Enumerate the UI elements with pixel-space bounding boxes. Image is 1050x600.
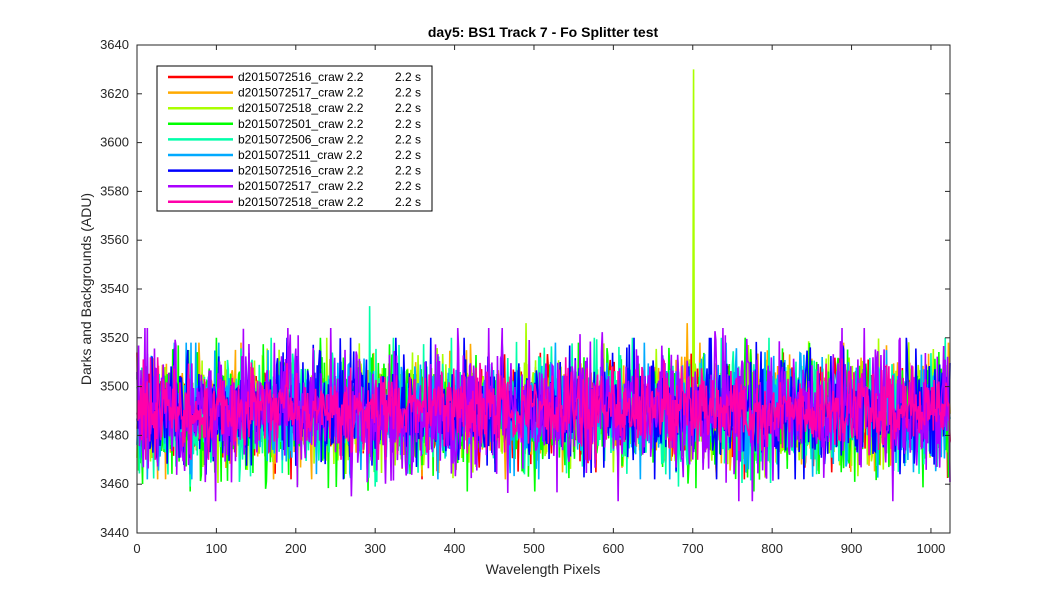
x-tick-label: 300 [364, 541, 386, 556]
legend-exposure-7: 2.2 s [395, 164, 421, 178]
y-tick-label: 3440 [100, 525, 129, 540]
legend-exposure-4: 2.2 s [395, 117, 421, 131]
legend-label-6: b2015072511_craw 2.2 [238, 148, 363, 162]
y-tick-label: 3600 [100, 135, 129, 150]
x-tick-label: 800 [761, 541, 783, 556]
x-tick-label: 600 [603, 541, 625, 556]
legend-exposure-8: 2.2 s [395, 179, 421, 193]
legend-label-3: d2015072518_craw 2.2 [238, 101, 364, 115]
legend-exposure-3: 2.2 s [395, 101, 421, 115]
legend-label-2: d2015072517_craw 2.2 [238, 86, 364, 100]
legend-label-4: b2015072501_craw 2.2 [238, 117, 364, 131]
y-tick-label: 3540 [100, 281, 129, 296]
y-tick-label: 3620 [100, 86, 129, 101]
x-tick-label: 0 [133, 541, 140, 556]
legend-label-5: b2015072506_craw 2.2 [238, 132, 364, 146]
y-tick-label: 3480 [100, 427, 129, 442]
chart-title: day5: BS1 Track 7 - Fo Splitter test [428, 24, 659, 40]
legend-label-1: d2015072516_craw 2.2 [238, 70, 364, 84]
chart-figure: day5: BS1 Track 7 - Fo Splitter test 0 10… [0, 0, 1050, 600]
legend-exposure-5: 2.2 s [395, 132, 421, 146]
x-axis-label: Wavelength Pixels [486, 561, 601, 577]
y-tick-label: 3460 [100, 476, 129, 491]
legend-exposure-6: 2.2 s [395, 148, 421, 162]
x-tick-label: 700 [682, 541, 704, 556]
x-tick-label: 1000 [916, 541, 945, 556]
legend-label-7: b2015072516_craw 2.2 [238, 164, 364, 178]
legend-exposure-1: 2.2 s [395, 70, 421, 84]
x-tick-label: 400 [444, 541, 466, 556]
x-tick-label: 900 [841, 541, 863, 556]
y-axis-label: Darks and Backgrounds (ADU) [78, 193, 94, 385]
legend-label-9: b2015072518_craw 2.2 [238, 195, 364, 209]
x-tick-label: 100 [206, 541, 228, 556]
x-tick-label: 200 [285, 541, 307, 556]
y-tick-label: 3560 [100, 232, 129, 247]
y-tick-label: 3500 [100, 379, 129, 394]
y-tick-label: 3520 [100, 330, 129, 345]
legend-label-8: b2015072517_craw 2.2 [238, 179, 364, 193]
legend-exposure-9: 2.2 s [395, 195, 421, 209]
legend-exposure-2: 2.2 s [395, 86, 421, 100]
y-tick-label: 3580 [100, 183, 129, 198]
x-tick-label: 500 [523, 541, 545, 556]
legend: d2015072516_craw 2.2 2.2 s d2015072517_cra… [156, 65, 433, 212]
y-tick-label: 3640 [100, 37, 129, 52]
